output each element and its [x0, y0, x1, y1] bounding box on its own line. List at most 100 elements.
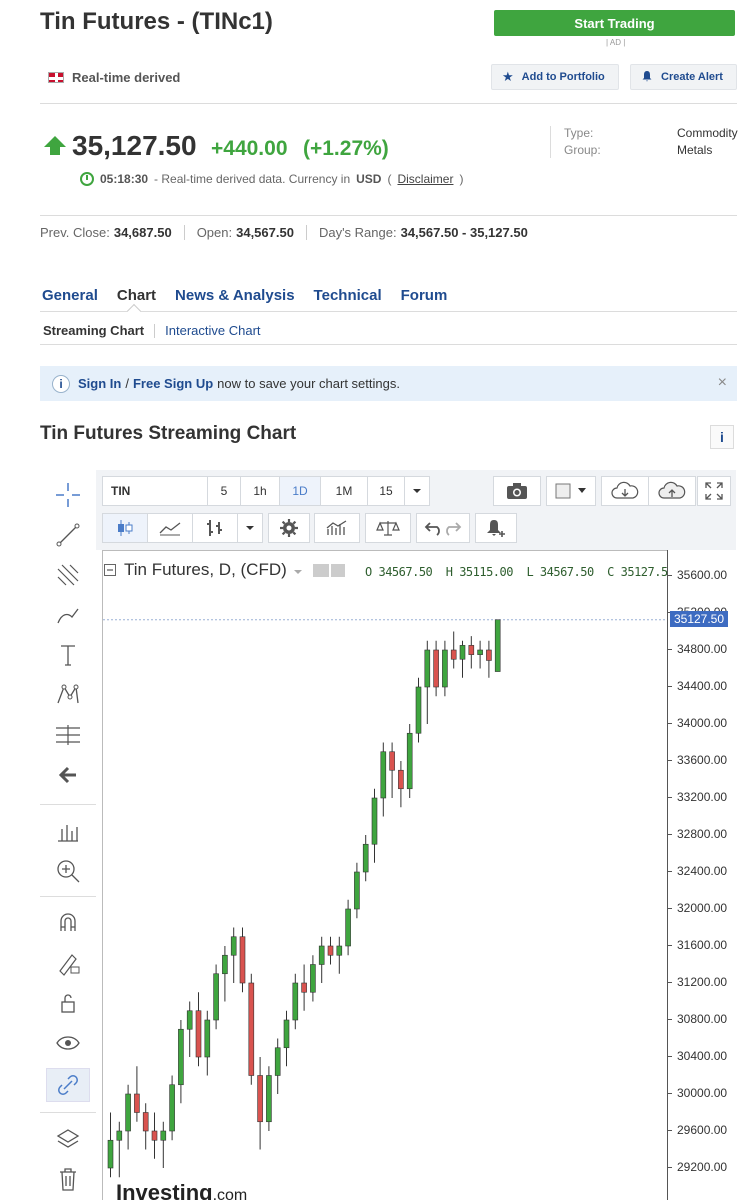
candle-up: [213, 973, 219, 1021]
trendline-icon[interactable]: [46, 518, 90, 552]
trash-icon[interactable]: [46, 1162, 90, 1196]
chart-symbol-name[interactable]: Tin Futures, D, (CFD): [124, 560, 287, 580]
settings-gear-icon[interactable]: [268, 513, 310, 543]
drawing-toolbar: [40, 470, 96, 1200]
data-note: - Real-time derived data. Currency in: [154, 172, 351, 186]
candle-style-icon[interactable]: [102, 513, 148, 543]
symbol-input[interactable]: TIN: [102, 476, 208, 506]
low-value: 34567.50: [539, 565, 594, 579]
lock-drawing-icon[interactable]: [46, 946, 90, 980]
add-to-portfolio-button[interactable]: ★ Add to Portfolio: [491, 64, 619, 90]
days-range-label: Day's Range:: [318, 225, 397, 240]
tab-underline: [40, 311, 737, 312]
tab-chart[interactable]: Chart: [117, 287, 156, 304]
create-alert-label: Create Alert: [661, 71, 723, 83]
interval-dropdown[interactable]: [404, 476, 430, 506]
watermark-suffix: .com: [212, 1187, 248, 1200]
legend-dropdown-icon[interactable]: [293, 560, 303, 580]
prev-close-label: Prev. Close:: [40, 225, 110, 240]
high-value: 35115.00: [459, 565, 513, 579]
candle-up: [477, 649, 483, 655]
indicators-icon[interactable]: [314, 513, 360, 543]
chart-plot-area[interactable]: [102, 550, 668, 1200]
start-trading-button[interactable]: Start Trading: [494, 10, 735, 36]
candle-up: [310, 964, 316, 993]
legend-eye-icon[interactable]: [312, 563, 329, 577]
disclaimer-link[interactable]: Disclaimer: [397, 172, 453, 186]
subtab-interactive-chart[interactable]: Interactive Chart: [165, 323, 260, 338]
tab-news-analysis[interactable]: News & Analysis: [175, 287, 295, 304]
candle-up: [178, 1028, 184, 1086]
fullscreen-icon[interactable]: [697, 476, 731, 506]
last-price: 35,127.50: [72, 130, 197, 161]
magnet-icon[interactable]: [46, 906, 90, 940]
color-picker[interactable]: [546, 476, 596, 506]
link-icon[interactable]: [46, 1068, 90, 1102]
chart-info-icon[interactable]: i: [710, 425, 734, 449]
days-range-value: 34,567.50 - 35,127.50: [400, 225, 528, 240]
cloud-upload-icon[interactable]: [648, 476, 696, 506]
stats-divider: [183, 225, 185, 240]
candle-up: [459, 645, 466, 660]
interval-1m[interactable]: 1M: [320, 476, 368, 506]
collapse-legend-icon[interactable]: [104, 564, 116, 576]
sign-in-link[interactable]: Sign In: [78, 376, 121, 391]
back-arrow-icon[interactable]: [46, 758, 90, 792]
candle-up: [354, 871, 360, 910]
candlestick-chart: [103, 619, 668, 1178]
eye-icon[interactable]: [46, 1026, 90, 1060]
candle-up: [336, 945, 343, 956]
free-signup-link[interactable]: Free Sign Up: [133, 376, 213, 391]
watermark-name: Investing: [116, 1180, 213, 1200]
text-tool-icon[interactable]: [46, 638, 90, 672]
style-dropdown[interactable]: [237, 513, 263, 543]
interval-5[interactable]: 5: [207, 476, 241, 506]
prediction-tool-icon[interactable]: [46, 718, 90, 752]
pattern-tool-icon[interactable]: [46, 678, 90, 712]
candle-up: [274, 1047, 281, 1076]
camera-icon[interactable]: [493, 476, 541, 506]
crosshair-icon[interactable]: [46, 478, 90, 512]
chart-toolbar: TIN 5 1h 1D 1M 15: [96, 470, 736, 550]
candle-up: [292, 982, 299, 1021]
cloud-download-icon[interactable]: [601, 476, 649, 506]
toolbar-divider: [40, 804, 96, 805]
y-tick-label: 30800.00: [677, 1012, 728, 1026]
undo-redo[interactable]: [416, 513, 470, 543]
y-tick: [667, 649, 672, 650]
close-icon[interactable]: ×: [718, 374, 727, 392]
compare-scale-icon[interactable]: [365, 513, 411, 543]
candle-up: [415, 686, 422, 734]
fib-tool-icon[interactable]: [46, 558, 90, 592]
add-alert-icon[interactable]: [475, 513, 517, 543]
legend-settings-icon[interactable]: [330, 563, 345, 577]
ad-label: | AD |: [606, 38, 626, 47]
toolbar-divider: [40, 1112, 96, 1113]
prev-close-value: 34,687.50: [113, 225, 172, 240]
y-tick-label: 34000.00: [677, 716, 728, 730]
candle-up: [318, 945, 325, 965]
page-title: Tin Futures - (TINc1): [40, 8, 273, 35]
tab-technical[interactable]: Technical: [314, 287, 382, 304]
layers-icon[interactable]: [46, 1122, 90, 1156]
interval-1h[interactable]: 1h: [240, 476, 280, 506]
active-tab-caret: [126, 303, 142, 319]
brush-icon[interactable]: [46, 598, 90, 632]
price-change: +440.00: [211, 137, 288, 160]
unlock-icon[interactable]: [46, 986, 90, 1020]
interval-1d[interactable]: 1D: [279, 476, 321, 506]
area-style-icon[interactable]: [147, 513, 193, 543]
candle-up: [345, 908, 351, 947]
zoom-in-icon[interactable]: [46, 854, 90, 888]
tab-general[interactable]: General: [42, 287, 98, 304]
interval-15[interactable]: 15: [367, 476, 405, 506]
subtab-streaming-chart[interactable]: Streaming Chart: [43, 323, 144, 338]
paren-close: ): [459, 172, 464, 186]
bars-style-icon[interactable]: [192, 513, 238, 543]
signin-notice: i Sign In / Free Sign Up now to save you…: [40, 366, 737, 401]
create-alert-button[interactable]: Create Alert: [630, 64, 737, 90]
star-icon: ★: [502, 69, 514, 84]
candle-down: [468, 645, 475, 655]
tab-forum[interactable]: Forum: [401, 287, 448, 304]
measure-icon[interactable]: [46, 814, 90, 848]
